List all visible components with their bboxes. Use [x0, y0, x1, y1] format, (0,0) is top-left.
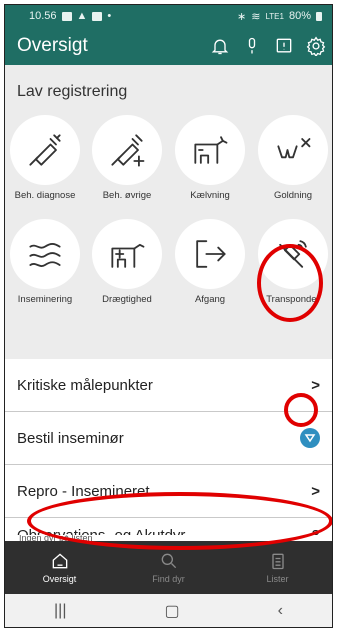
insemination-icon [29, 243, 61, 267]
linkedin-notification-icon [61, 11, 72, 21]
nav-label: Oversigt [42, 574, 77, 584]
chevron-right-icon: > [311, 376, 320, 394]
tile-label: Beh. diagnose [14, 190, 76, 201]
exit-icon [196, 240, 226, 268]
tile-beh-diagnose[interactable]: Beh. diagnose [6, 115, 84, 201]
list-item-kritiske-malepunkter[interactable]: Kritiske målepunkter > [5, 359, 332, 412]
list-item-label: Bestil inseminør [17, 429, 124, 447]
tile-label: Goldning [273, 190, 313, 201]
tile-inseminering[interactable]: Inseminering [6, 219, 84, 305]
status-bar: 10.56 ▲ • ∗ ≋ LTE1 80% [5, 5, 332, 27]
list-item-repro-insemineret[interactable]: Repro - Insemineret > [5, 465, 332, 518]
warning-notification-icon: ▲ [76, 10, 88, 22]
back-icon[interactable]: ‹ [278, 602, 283, 620]
clock: 10.56 [29, 10, 57, 22]
wifi-icon: ≋ [251, 10, 261, 23]
tile-kaelvning[interactable]: Kælvning [171, 115, 249, 201]
bluetooth-icon: ∗ [237, 10, 247, 23]
mail-notification-icon [92, 11, 103, 21]
list-item-label: Repro - Insemineret [17, 482, 150, 500]
syringe-plus-icon [111, 134, 145, 167]
tile-label: Afgang [194, 294, 226, 305]
tile-label: Beh. øvrige [102, 190, 152, 201]
list-item-bestil-inseminor[interactable]: Bestil inseminør [5, 412, 332, 465]
dot-icon: • [107, 10, 112, 22]
udder-x-icon [277, 138, 311, 159]
home-icon [52, 553, 67, 569]
nav-label: Find dyr [152, 574, 185, 584]
gear-icon[interactable] [306, 36, 326, 56]
battery-icon [316, 11, 322, 21]
tile-label: Inseminering [17, 294, 73, 305]
nav-lister[interactable]: Lister [243, 551, 313, 584]
chevron-right-icon: > [311, 482, 320, 500]
tile-goldning[interactable]: Goldning [254, 115, 332, 201]
pregnancy-icon [111, 243, 145, 268]
home-button-icon[interactable]: ▢ [164, 601, 179, 621]
report-icon[interactable] [274, 36, 294, 56]
tile-transponder[interactable]: Transponder [254, 219, 332, 305]
nav-label: Lister [266, 574, 289, 584]
tile-afgang[interactable]: Afgang [171, 219, 249, 305]
list-item-label: Kritiske målepunkter [17, 376, 153, 394]
nav-oversigt[interactable]: Oversigt [25, 551, 95, 584]
tile-label: Kælvning [190, 190, 230, 201]
clipboard-icon [271, 553, 284, 570]
menu-list: Kritiske målepunkter > Bestil inseminør … [5, 359, 332, 552]
nav-find-dyr[interactable]: Find dyr [134, 551, 204, 584]
page-title: Oversigt [17, 35, 88, 56]
tile-label: Drægtighed [102, 294, 152, 305]
tile-draegtighed[interactable]: Drægtighed [88, 219, 166, 305]
calving-icon [194, 136, 228, 164]
tile-label: Transponder [266, 294, 320, 305]
signal-icon: LTE1 [265, 11, 284, 21]
bell-icon[interactable] [210, 36, 230, 56]
battery-level: 80% [288, 10, 311, 22]
registration-grid: Beh. diagnose Beh. øvrige Kælvning Goldn… [5, 115, 332, 321]
microphone-icon[interactable] [242, 36, 262, 56]
search-icon [161, 553, 176, 569]
tile-beh-ovrige[interactable]: Beh. øvrige [88, 115, 166, 201]
phone-screen: 10.56 ▲ • ∗ ≋ LTE1 80% Oversigt Lav regi… [4, 4, 333, 628]
section-title: Lav registrering [17, 83, 128, 100]
app-bar: Oversigt [5, 27, 332, 65]
system-nav-bar: ||| ▢ ‹ [5, 594, 332, 627]
bottom-nav: Oversigt Find dyr Lister [5, 541, 332, 594]
transponder-icon [279, 240, 307, 268]
syringe-icon [29, 134, 61, 166]
recent-apps-icon[interactable]: ||| [54, 602, 66, 620]
order-inseminator-icon[interactable] [300, 428, 320, 448]
